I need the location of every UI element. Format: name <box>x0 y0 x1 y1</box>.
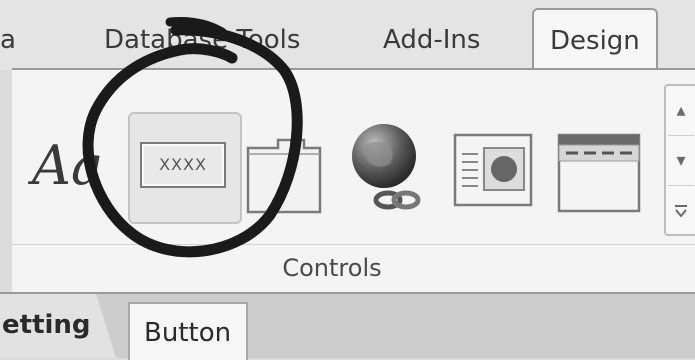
tab-design[interactable]: Design <box>532 8 658 72</box>
label-control[interactable]: Aa <box>26 120 116 220</box>
tab-label: a <box>0 25 16 55</box>
tab-label: Database Tools <box>104 25 301 55</box>
globe-link-icon <box>352 124 421 210</box>
chevron-down-icon[interactable]: ▾ <box>666 136 695 185</box>
doc-tab-button[interactable]: Button <box>128 302 248 360</box>
document-tab-bar: etting Button <box>0 292 695 360</box>
doc-tab-label: Button <box>144 318 232 348</box>
web-browser-icon <box>453 133 533 207</box>
hyperlink-control[interactable] <box>344 118 432 218</box>
navigation-control-icon <box>557 133 641 213</box>
tab-add-ins[interactable]: Add-Ins <box>383 20 480 60</box>
tab-control-icon <box>246 138 322 214</box>
ribbon-panel: Aa XXXX ▴ ▾ Controls <box>12 68 695 292</box>
group-divider <box>12 244 695 245</box>
gallery-scroll: ▴ ▾ <box>664 84 695 236</box>
doc-tab-setting[interactable]: etting <box>0 294 116 358</box>
button-control[interactable]: XXXX <box>128 112 242 224</box>
tab-database-tools[interactable]: Database Tools <box>104 20 300 60</box>
chevron-up-icon[interactable]: ▴ <box>666 86 695 135</box>
group-label-controls: Controls <box>282 254 382 282</box>
ribbon-tab-bar: a Database Tools Add-Ins Design <box>0 0 695 72</box>
navigation-control[interactable] <box>556 132 642 214</box>
controls-gallery: Aa XXXX <box>12 80 652 240</box>
button-control-icon: XXXX <box>140 142 226 188</box>
tab-partial[interactable]: a <box>0 20 16 60</box>
tab-label: Add-Ins <box>383 25 481 55</box>
web-browser-control[interactable] <box>452 132 534 210</box>
tab-label: Design <box>550 26 640 56</box>
label-control-glyph: Aa <box>32 134 104 197</box>
doc-tab-label: etting <box>2 310 91 340</box>
button-caption: XXXX <box>159 155 207 174</box>
more-icon[interactable] <box>666 186 695 235</box>
tab-control[interactable] <box>244 130 324 216</box>
